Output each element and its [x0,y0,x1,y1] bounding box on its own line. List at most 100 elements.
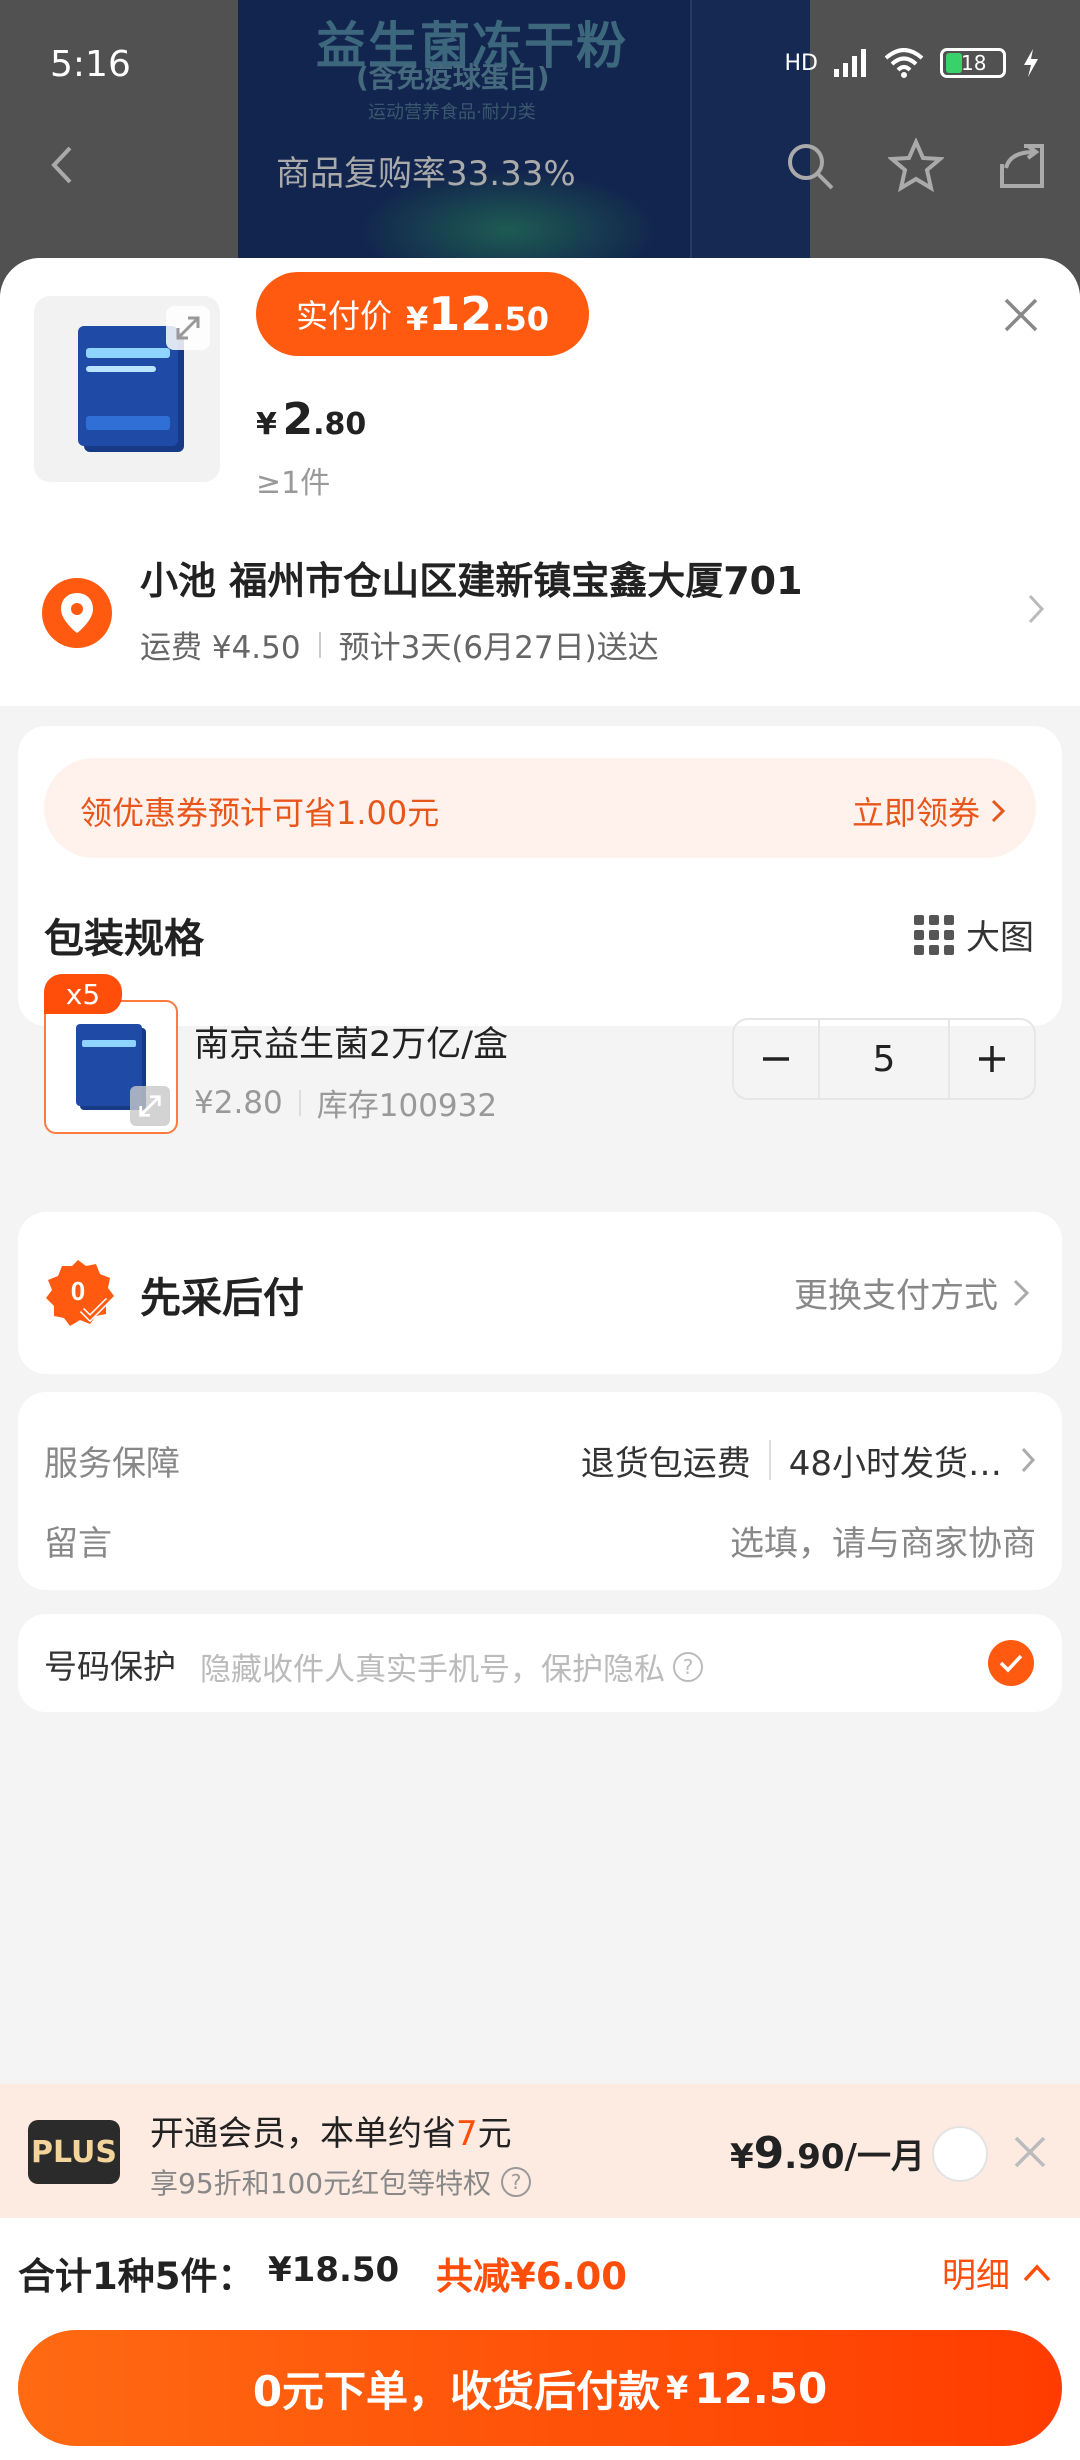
product-box-image [78,326,178,446]
wifi-icon [884,48,924,78]
order-total-bar: 合计1种5件： ¥18.50 共减¥6.00 明细 [0,2218,1080,2322]
number-protection-checkbox[interactable] [988,1640,1034,1686]
quantity-value[interactable]: 5 [818,1020,950,1098]
chevron-right-icon [1028,594,1045,624]
plus-subtitle-text: 享95折和100元红包等特权 [150,2167,492,2200]
sku-stock: 库存100932 [316,1088,498,1124]
plus-price: ¥9.90/一月 [730,2128,925,2179]
actual-price-value: ¥12.50 [406,287,549,341]
claim-coupon-label: 立即领券 [851,794,980,832]
search-icon[interactable] [782,138,838,194]
shipping-fee: 运费 ¥4.50 [140,630,301,666]
submit-amount: 12.50 [694,2363,828,2413]
close-icon[interactable] [1010,2132,1050,2172]
plus-select-radio[interactable] [932,2126,988,2182]
services-card: 服务保障 退货包运费 48小时发货… 留言 选填，请与商家协商 [18,1392,1062,1590]
price-detail-label: 明细 [942,2256,1010,2296]
total-amount: ¥18.50 [268,2250,400,2290]
shipping-info: 运费 ¥4.50 预计3天(6月27日)送达 [140,622,659,667]
favorite-star-icon[interactable] [888,138,944,194]
minimum-quantity: ≥1件 [256,466,331,501]
status-bar: 5:16 HD 18 [0,0,1080,130]
address-text: 小池 福州市仓山区建新镇宝鑫大厦701 [140,559,803,603]
status-time: 5:16 [50,44,131,85]
service-guarantee-row[interactable]: 服务保障 退货包运费 48小时发货… [44,1430,1036,1490]
price-detail-link[interactable]: 明细 [942,2248,1052,2297]
number-protection-label: 号码保护 [44,1647,176,1686]
coupon-text: 领优惠券预计可省1.00元 [80,794,440,832]
change-payment-label: 更换支付方式 [794,1276,998,1316]
actual-price-pill: 实付价 ¥12.50 [256,272,589,356]
chevron-right-icon [1013,1279,1030,1306]
total-count: 合计1种5件： [18,2255,255,2298]
signal-icon [834,49,866,77]
background-nav-bar: 商品复购率33.33% [0,130,1080,210]
unit-price: ¥ 2.80 [256,394,367,445]
help-icon[interactable]: ? [673,1651,703,1682]
submit-order-label: 0元下单，收货后付款 [252,2366,661,2416]
sku-meta: ¥2.80 库存100932 [194,1080,497,1125]
chevron-right-icon [1021,1447,1036,1473]
service-guarantee-label: 服务保障 [44,1443,180,1484]
privacy-card: 号码保护 隐藏收件人真实手机号，保护隐私 ? [18,1614,1062,1712]
check-icon [999,1654,1023,1673]
address-row[interactable]: 小池 福州市仓山区建新镇宝鑫大厦701 运费 ¥4.50 预计3天(6月27日)… [0,510,1080,706]
product-thumbnail[interactable] [34,296,220,482]
delivery-estimate: 预计3天(6月27日)送达 [338,630,659,666]
svg-text:0: 0 [71,1276,85,1306]
location-pin-icon [42,578,112,648]
change-payment-link[interactable]: 更换支付方式 [794,1268,1030,1317]
repurchase-rate-label: 商品复购率33.33% [276,154,576,194]
expand-icon[interactable] [166,306,210,350]
minus-icon [763,1057,789,1061]
package-card: 领优惠券预计可省1.00元 立即领券 包装规格 大图 x5 南京益生菌2万亿/盒… [18,726,1062,1134]
total-discount: 共减¥6.00 [436,2255,628,2298]
share-icon[interactable] [994,138,1050,194]
message-row[interactable]: 留言 选填，请与商家协商 [44,1510,1036,1570]
number-protection-hint: 隐藏收件人真实手机号，保护隐私 ? [200,1644,703,1689]
chevron-up-icon [1023,2263,1051,2281]
submit-order-button[interactable]: 0元下单，收货后付款 ¥12.50 [18,2330,1062,2446]
pay-later-icon: 0 [46,1260,114,1326]
big-image-toggle[interactable]: 大图 [914,910,1034,959]
background-product-page: 益生菌冻干粉 (含免疫球蛋白) 运动营养食品·耐力类 5:16 HD 18 商品… [0,0,1080,300]
battery-icon: 18 [940,48,1006,78]
claim-coupon-link[interactable]: 立即领券 [852,788,1006,834]
close-icon[interactable] [998,292,1044,338]
chevron-right-icon [991,799,1006,823]
sku-quantity-badge: x5 [44,974,122,1014]
message-label: 留言 [44,1523,112,1564]
payment-method-title: 先采后付 [140,1274,304,1322]
decrease-button[interactable] [734,1020,818,1098]
coupon-banner[interactable]: 领优惠券预计可省1.00元 立即领券 [44,758,1036,858]
actual-price-label: 实付价 [296,297,393,335]
increase-button[interactable] [950,1020,1034,1098]
plus-title: 开通会员，本单约省7元 [150,2114,512,2154]
help-icon[interactable]: ? [501,2167,532,2197]
service-item: 退货包运费 [580,1443,751,1484]
submit-bar: 0元下单，收货后付款 ¥12.50 [0,2322,1080,2460]
battery-level: 18 [961,51,987,75]
plus-subtitle: 享95折和100元红包等特权 ? [150,2162,532,2202]
network-type-label: HD [784,50,818,76]
expand-icon[interactable] [130,1086,170,1126]
big-image-label: 大图 [966,918,1034,958]
charging-icon [1024,49,1038,77]
service-guarantee-values: 退货包运费 48小时发货… [581,1436,1036,1485]
service-item: 48小时发货… [788,1443,1002,1484]
status-icons: HD 18 [785,48,1040,78]
submit-currency: ¥ [666,2369,689,2407]
sku-thumbnail[interactable] [44,1000,178,1134]
plus-logo: PLUS [28,2120,120,2184]
nav-actions [782,138,1050,194]
payment-card[interactable]: 0 先采后付 更换支付方式 [18,1212,1062,1374]
quantity-stepper: 5 [732,1018,1036,1100]
sku-price: ¥2.80 [194,1084,283,1121]
plus-membership-bar[interactable]: PLUS 开通会员，本单约省7元 享95折和100元红包等特权 ? ¥9.90/… [0,2084,1080,2218]
number-protection-hint-text: 隐藏收件人真实手机号，保护隐私 [200,1652,665,1688]
back-arrow-icon[interactable] [40,140,90,190]
message-input[interactable]: 选填，请与商家协商 [730,1516,1036,1565]
grid-icon [914,914,954,955]
sheet-header: 实付价 ¥12.50 ¥ 2.80 ≥1件 [0,258,1080,510]
sku-name: 南京益生菌2万亿/盒 [194,1025,509,1065]
